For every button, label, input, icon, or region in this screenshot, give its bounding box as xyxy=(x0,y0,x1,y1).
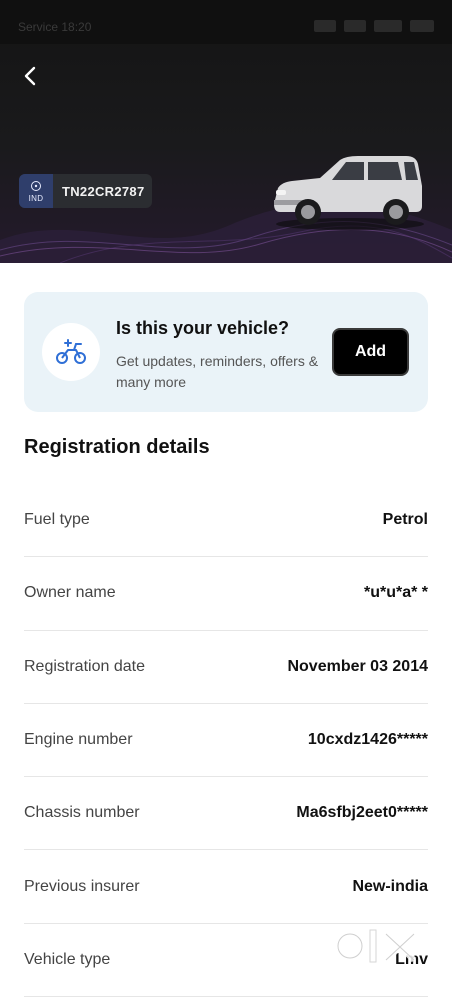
claim-vehicle-card: Is this your vehicle? Get updates, remin… xyxy=(24,292,428,412)
registration-details-list: Fuel type Petrol Owner name *u*u*a* * Re… xyxy=(24,484,428,998)
olx-watermark-logo xyxy=(335,929,417,963)
add-vehicle-button[interactable]: Add xyxy=(332,328,409,376)
plate-country-code: IND xyxy=(28,193,44,203)
chevron-left-icon xyxy=(24,66,36,86)
card-title: Is this your vehicle? xyxy=(116,318,290,338)
detail-row-chassis-number: Chassis number Ma6sfbj2eet0***** xyxy=(24,777,428,851)
status-bar: Service 18:20 xyxy=(0,0,452,44)
back-button[interactable] xyxy=(14,60,46,92)
detail-value: Ma6sfbj2eet0***** xyxy=(296,804,428,822)
detail-label: Engine number xyxy=(24,731,133,749)
detail-row-owner-name: Owner name *u*u*a* * xyxy=(24,557,428,631)
detail-label: Owner name xyxy=(24,584,116,602)
section-title: Registration details xyxy=(24,436,210,458)
detail-value: 10cxdz1426***** xyxy=(307,731,428,749)
ashoka-emblem-icon xyxy=(31,180,41,191)
detail-row-engine-number: Engine number 10cxdz1426***** xyxy=(24,704,428,778)
vehicle-hero: Service 18:20 IND TN22CR2787 xyxy=(0,0,452,263)
detail-label: Vehicle type xyxy=(24,950,111,968)
detail-label: Previous insurer xyxy=(24,877,140,895)
detail-value: Petrol xyxy=(382,511,428,529)
vehicle-icon-circle xyxy=(42,323,100,381)
detail-value: November 03 2014 xyxy=(287,657,428,675)
detail-value: New-india xyxy=(352,877,428,895)
detail-label: Registration date xyxy=(24,657,145,675)
card-subtitle: Get updates, reminders, offers & many mo… xyxy=(116,353,319,390)
status-bar-text: Service 18:20 xyxy=(18,20,92,34)
status-icons xyxy=(314,20,434,32)
number-plate: IND TN22CR2787 xyxy=(19,174,152,208)
detail-label: Chassis number xyxy=(24,804,140,822)
detail-row-fuel-type: Fuel type Petrol xyxy=(24,484,428,558)
detail-value: *u*u*a* * xyxy=(363,584,428,602)
detail-label: Fuel type xyxy=(24,511,90,529)
plate-number: TN22CR2787 xyxy=(62,183,145,199)
scooter-plus-icon xyxy=(56,339,86,364)
detail-row-registration-date: Registration date November 03 2014 xyxy=(24,631,428,704)
plate-country-badge: IND xyxy=(19,174,53,208)
car-image xyxy=(274,156,424,230)
detail-row-previous-insurer: Previous insurer New-india xyxy=(24,850,428,924)
